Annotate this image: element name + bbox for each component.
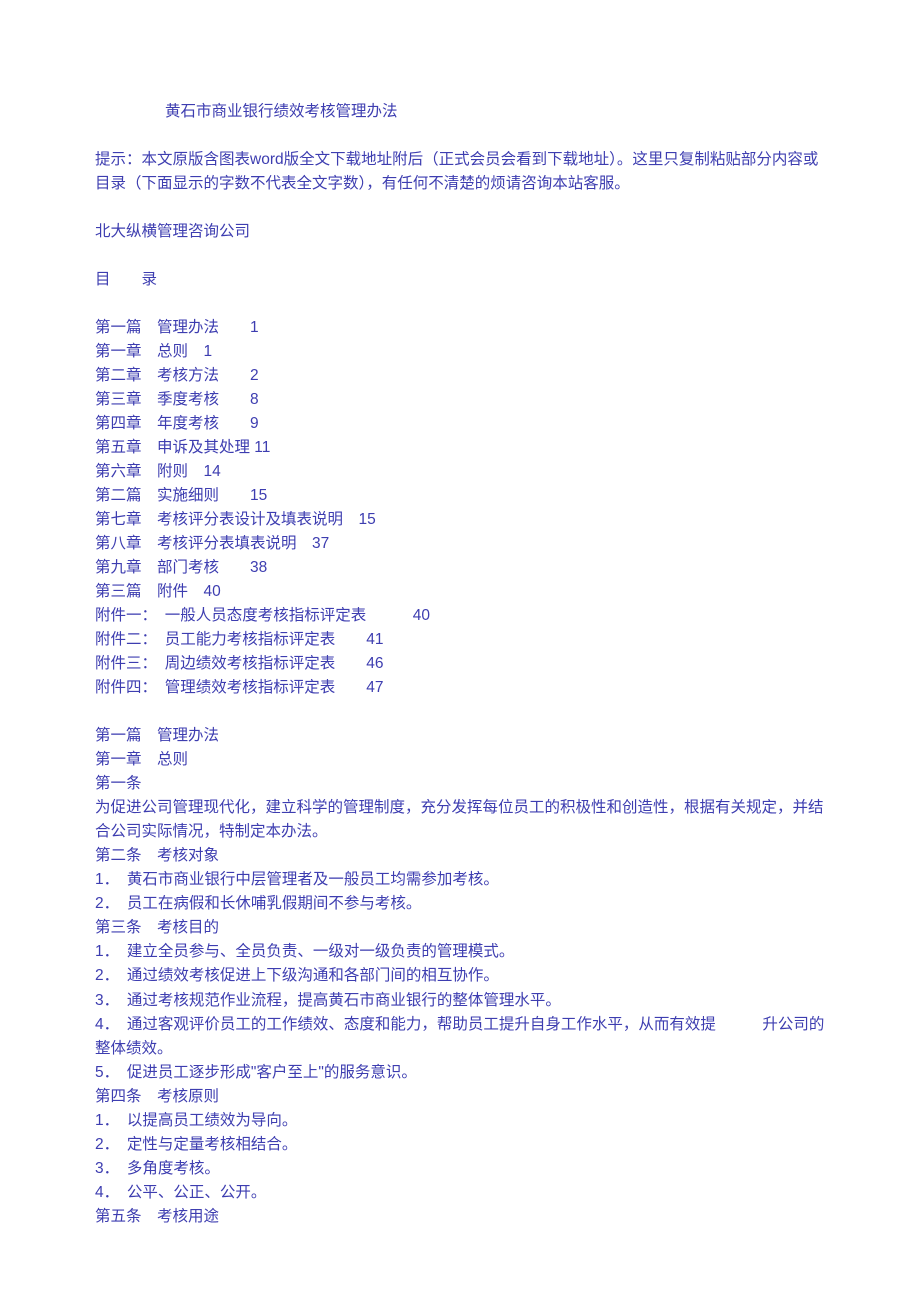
body-line: 3． 多角度考核。 <box>95 1157 825 1181</box>
body-line: 第四条 考核原则 <box>95 1085 825 1109</box>
toc-entry: 第一篇 管理办法 1 <box>95 316 825 340</box>
toc-entry: 附件二： 员工能力考核指标评定表 41 <box>95 628 825 652</box>
body-content: 第一篇 管理办法第一章 总则第一条为促进公司管理现代化，建立科学的管理制度，充分… <box>95 724 825 1228</box>
body-line: 第二条 考核对象 <box>95 844 825 868</box>
toc-entry: 第四章 年度考核 9 <box>95 412 825 436</box>
toc-heading: 目 录 <box>95 268 825 292</box>
toc-entry: 第九章 部门考核 38 <box>95 556 825 580</box>
toc-entry: 第五章 申诉及其处理 11 <box>95 436 825 460</box>
toc-list: 第一篇 管理办法 1第一章 总则 1第二章 考核方法 2第三章 季度考核 8第四… <box>95 316 825 700</box>
body-line: 4． 通过客观评价员工的工作绩效、态度和能力，帮助员工提升自身工作水平，从而有效… <box>95 1013 825 1061</box>
toc-entry: 第八章 考核评分表填表说明 37 <box>95 532 825 556</box>
toc-entry: 第一章 总则 1 <box>95 340 825 364</box>
body-line: 为促进公司管理现代化，建立科学的管理制度，充分发挥每位员工的积极性和创造性，根据… <box>95 796 825 844</box>
source-text: 北大纵横管理咨询公司 <box>95 220 825 244</box>
document-page: 黄石市商业银行绩效考核管理办法 提示：本文原版含图表word版全文下载地址附后（… <box>0 0 920 1289</box>
notice-text: 提示：本文原版含图表word版全文下载地址附后（正式会员会看到下载地址）。这里只… <box>95 148 825 196</box>
body-line: 1． 以提高员工绩效为导向。 <box>95 1109 825 1133</box>
body-line: 第五条 考核用途 <box>95 1205 825 1229</box>
body-line: 4． 公平、公正、公开。 <box>95 1181 825 1205</box>
toc-entry: 第二章 考核方法 2 <box>95 364 825 388</box>
body-line: 5． 促进员工逐步形成"客户至上"的服务意识。 <box>95 1061 825 1085</box>
document-title: 黄石市商业银行绩效考核管理办法 <box>95 100 825 124</box>
body-line: 3． 通过考核规范作业流程，提高黄石市商业银行的整体管理水平。 <box>95 989 825 1013</box>
toc-entry: 第三章 季度考核 8 <box>95 388 825 412</box>
toc-entry: 附件三： 周边绩效考核指标评定表 46 <box>95 652 825 676</box>
body-line: 2． 定性与定量考核相结合。 <box>95 1133 825 1157</box>
toc-entry: 第二篇 实施细则 15 <box>95 484 825 508</box>
toc-entry: 第七章 考核评分表设计及填表说明 15 <box>95 508 825 532</box>
toc-entry: 第六章 附则 14 <box>95 460 825 484</box>
toc-entry: 第三篇 附件 40 <box>95 580 825 604</box>
body-line: 1． 黄石市商业银行中层管理者及一般员工均需参加考核。 <box>95 868 825 892</box>
body-line: 1． 建立全员参与、全员负责、一级对一级负责的管理模式。 <box>95 940 825 964</box>
toc-entry: 附件一： 一般人员态度考核指标评定表 40 <box>95 604 825 628</box>
body-line: 第一篇 管理办法 <box>95 724 825 748</box>
body-line: 第一章 总则 <box>95 748 825 772</box>
body-line: 第三条 考核目的 <box>95 916 825 940</box>
toc-entry: 附件四： 管理绩效考核指标评定表 47 <box>95 676 825 700</box>
body-line: 2． 员工在病假和长休哺乳假期间不参与考核。 <box>95 892 825 916</box>
body-line: 2． 通过绩效考核促进上下级沟通和各部门间的相互协作。 <box>95 964 825 988</box>
body-line: 第一条 <box>95 772 825 796</box>
